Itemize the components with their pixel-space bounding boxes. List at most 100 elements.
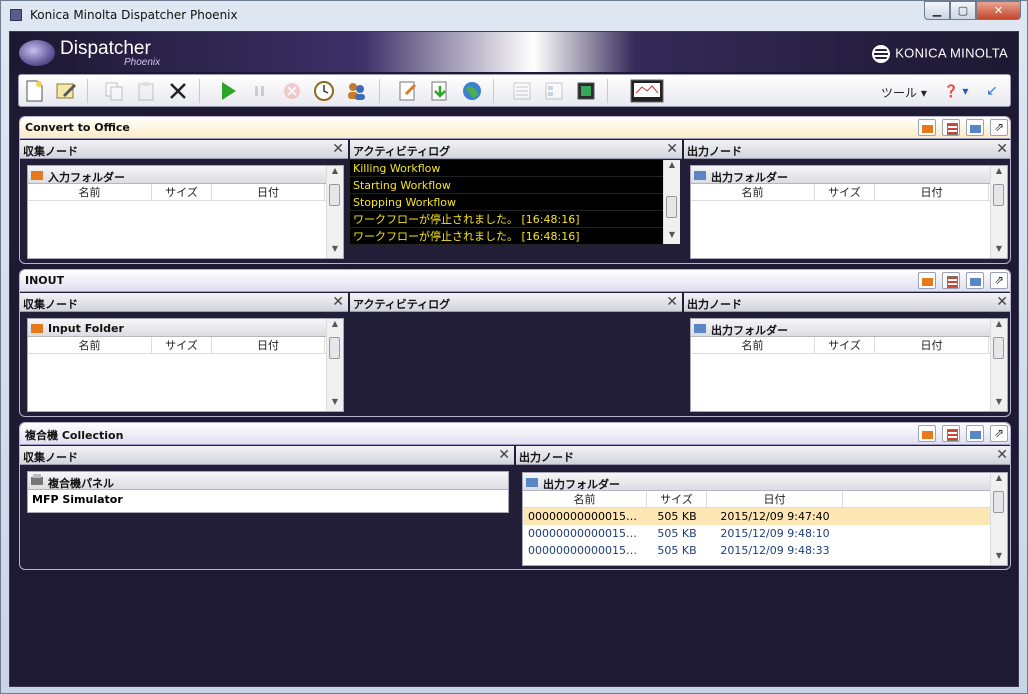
collect-node-column: 収集ノード ✕ 複合機パネル MFP Simulator: [20, 446, 514, 569]
column-size[interactable]: サイズ: [647, 491, 707, 507]
settings-grid-icon[interactable]: [942, 272, 960, 289]
delete-x-icon[interactable]: [165, 78, 191, 104]
settings-grid-icon[interactable]: [942, 119, 960, 136]
title-bar[interactable]: Konica Minolta Dispatcher Phoenix ▁ ▢ ✕: [1, 1, 1027, 29]
folder-icon[interactable]: [966, 119, 984, 136]
activity-log-column: アクティビティログ ✕: [350, 293, 682, 416]
edit-notepad-icon[interactable]: [53, 78, 79, 104]
close-button[interactable]: ✕: [976, 1, 1021, 20]
row-name: 00000000000015…: [528, 510, 637, 523]
popout-icon[interactable]: [990, 425, 1008, 442]
popout-icon[interactable]: [990, 272, 1008, 289]
column-size[interactable]: サイズ: [815, 337, 875, 353]
open-folder-icon[interactable]: [918, 119, 936, 136]
table-row[interactable]: 00000000000015… 505 KB 2015/12/09 9:48:1…: [523, 525, 1007, 542]
pause-icon[interactable]: [247, 78, 273, 104]
row-date: 2015/12/09 9:48:33: [720, 544, 830, 557]
activity-log-header: アクティビティログ: [353, 145, 451, 158]
export-icon[interactable]: [427, 78, 453, 104]
output-node-column: 出力ノード ✕ 出力フォルダー➚ 名前 サイズ 日付 ▲▼: [684, 293, 1010, 416]
scrollbar[interactable]: ▲ ▼: [990, 473, 1007, 565]
row-size: 505 KB: [657, 544, 697, 557]
settings-grid-icon[interactable]: [942, 425, 960, 442]
column-date[interactable]: 日付: [875, 337, 989, 353]
column-size[interactable]: サイズ: [152, 184, 212, 200]
column-date[interactable]: 日付: [212, 184, 325, 200]
panel-header[interactable]: INOUT: [20, 270, 1010, 292]
close-icon[interactable]: ✕: [332, 141, 344, 157]
column-date[interactable]: 日付: [875, 184, 989, 200]
column-name[interactable]: 名前: [691, 184, 815, 200]
folder-icon[interactable]: [966, 425, 984, 442]
dispatcher-logo-icon: [19, 40, 55, 66]
minimize-button[interactable]: ▁: [924, 1, 950, 20]
log-line: Stopping Workflow: [350, 194, 680, 211]
row-name: 00000000000015…: [528, 544, 637, 557]
monitor-icon[interactable]: [573, 78, 599, 104]
column-name[interactable]: 名前: [691, 337, 815, 353]
maximize-button[interactable]: ▢: [950, 1, 976, 20]
close-icon[interactable]: ✕: [666, 294, 678, 310]
close-icon[interactable]: ✕: [996, 294, 1008, 310]
folder-title: 複合機パネル: [48, 477, 114, 490]
close-icon[interactable]: ✕: [332, 294, 344, 310]
row-size: 505 KB: [657, 527, 697, 540]
column-name[interactable]: 名前: [28, 337, 152, 353]
column-name[interactable]: 名前: [523, 491, 647, 507]
collapse-icon[interactable]: ↙: [979, 78, 1005, 104]
close-icon[interactable]: ✕: [996, 447, 1008, 463]
column-date[interactable]: 日付: [707, 491, 843, 507]
brand-logo: KONICA MINOLTA: [872, 45, 1008, 63]
open-folder-icon[interactable]: [918, 425, 936, 442]
collect-node-header: 収集ノード: [23, 451, 78, 464]
output-folder-box: 出力フォルダー➚ 名前 サイズ 日付 ▲▼: [690, 165, 1008, 259]
panel-header[interactable]: Convert to Office: [20, 117, 1010, 139]
column-name[interactable]: 名前: [28, 184, 152, 200]
konica-minolta-logo-icon: [872, 45, 891, 63]
workflow-panel-inout: INOUT 収集ノード✕ Input Folder➚ 名前 サイズ 日付: [19, 269, 1011, 417]
mfp-item[interactable]: MFP Simulator: [28, 490, 508, 510]
panel-header[interactable]: 複合機 Collection: [20, 423, 1010, 445]
import-icon[interactable]: [395, 78, 421, 104]
paste-icon[interactable]: [133, 78, 159, 104]
output-node-column: 出力ノード ✕ 出力フォルダー➚ 名前 サイズ 日付 ▲▼: [684, 140, 1010, 263]
blue-folder-icon: [694, 171, 706, 180]
column-date[interactable]: 日付: [212, 337, 325, 353]
screen-preview-icon[interactable]: [629, 78, 665, 104]
window-title: Konica Minolta Dispatcher Phoenix: [30, 8, 238, 22]
column-size[interactable]: サイズ: [815, 184, 875, 200]
help-menu[interactable]: ❓ ▾: [937, 78, 975, 104]
scrollbar[interactable]: ▲ ▼: [326, 166, 343, 258]
row-name: 00000000000015…: [528, 527, 637, 540]
mfp-panel-box: 複合機パネル MFP Simulator: [27, 471, 509, 513]
close-icon[interactable]: ✕: [498, 447, 510, 463]
output-node-header: 出力ノード: [687, 298, 742, 311]
application-window: Konica Minolta Dispatcher Phoenix ▁ ▢ ✕ …: [0, 0, 1028, 694]
close-icon[interactable]: ✕: [666, 141, 678, 157]
users-icon[interactable]: [343, 78, 369, 104]
globe-icon[interactable]: [459, 78, 485, 104]
new-document-icon[interactable]: [21, 78, 47, 104]
folder-icon[interactable]: [966, 272, 984, 289]
scrollbar[interactable]: ▲ ▼: [990, 166, 1007, 258]
play-icon[interactable]: [215, 78, 241, 104]
close-icon[interactable]: ✕: [996, 141, 1008, 157]
input-folder-box: Input Folder➚ 名前 サイズ 日付 ▲▼: [27, 318, 344, 412]
detail-view-icon[interactable]: [541, 78, 567, 104]
popout-icon[interactable]: [990, 119, 1008, 136]
column-size[interactable]: サイズ: [152, 337, 212, 353]
list-view-icon[interactable]: [509, 78, 535, 104]
output-folder-box: 出力フォルダー➚ 名前 サイズ 日付 00000000000015… 505 K…: [522, 472, 1008, 566]
panel-title: 複合機 Collection: [25, 429, 124, 442]
stop-icon[interactable]: [279, 78, 305, 104]
open-folder-icon[interactable]: [918, 272, 936, 289]
copy-icon[interactable]: [101, 78, 127, 104]
scrollbar[interactable]: ▲ ▼: [663, 160, 680, 244]
scrollbar[interactable]: ▲ ▼: [990, 319, 1007, 411]
table-row[interactable]: 00000000000015… 505 KB 2015/12/09 9:47:4…: [523, 508, 1007, 525]
table-row[interactable]: 00000000000015… 505 KB 2015/12/09 9:48:3…: [523, 542, 1007, 559]
workflow-panel-convert-to-office: Convert to Office 収集ノード ✕ 入力フォルダー➚ 名前 サイズ…: [19, 116, 1011, 264]
clock-icon[interactable]: [311, 78, 337, 104]
tools-menu[interactable]: ツール ▾: [881, 84, 927, 101]
scrollbar[interactable]: ▲ ▼: [326, 319, 343, 411]
